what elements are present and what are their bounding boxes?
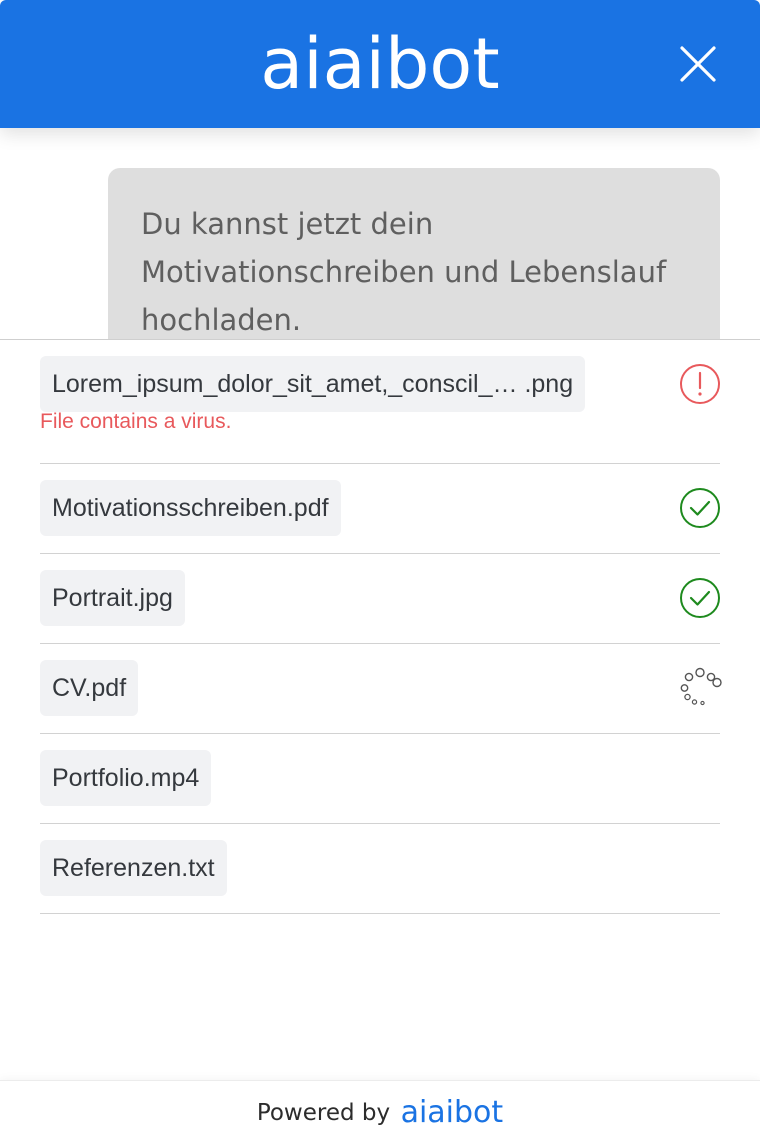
- file-row-error: Lorem_ipsum_dolor_sit_amet,_conscil_… .p…: [40, 340, 720, 464]
- file-name-chip: CV.pdf: [40, 660, 139, 716]
- widget-header: aiaibot: [0, 0, 760, 128]
- spinner-icon: [680, 667, 722, 706]
- file-row-success: Motivationsschreiben.pdf: [40, 464, 720, 554]
- powered-by-link[interactable]: Powered by aiaibot: [257, 1095, 503, 1131]
- file-name-chip: Portrait.jpg: [40, 570, 185, 626]
- file-error-message: File contains a virus.: [40, 410, 232, 433]
- file-name-chip: Portfolio.mp4: [40, 750, 212, 806]
- chat-widget: aiaibot Du kannst jetzt dein Motivations…: [0, 0, 760, 1144]
- file-row-queued: Portfolio.mp4: [40, 734, 720, 824]
- file-row-uploading: CV.pdf: [40, 644, 722, 734]
- bot-message-bubble: Du kannst jetzt dein Motivationschreiben…: [108, 168, 720, 340]
- file-row-success: Portrait.jpg: [40, 554, 720, 644]
- close-icon: [680, 46, 716, 82]
- close-button[interactable]: [672, 38, 724, 90]
- check-circle-icon: [680, 578, 720, 618]
- check-circle-icon: [680, 488, 720, 528]
- powered-by-footer: Powered by aiaibot: [0, 1080, 760, 1144]
- file-name-chip: Referenzen.txt: [40, 840, 227, 896]
- file-row-queued: Referenzen.txt: [40, 824, 720, 914]
- file-name-chip: Motivationsschreiben.pdf: [40, 480, 341, 536]
- chat-messages: Du kannst jetzt dein Motivationschreiben…: [0, 128, 760, 340]
- powered-by-label: Powered by: [256, 1100, 391, 1126]
- error-icon: [680, 364, 720, 404]
- file-upload-list: Lorem_ipsum_dolor_sit_amet,_conscil_… .p…: [0, 339, 760, 1081]
- header-logo: aiaibot: [260, 23, 500, 105]
- file-name-chip: Lorem_ipsum_dolor_sit_amet,_conscil_… .p…: [40, 356, 586, 412]
- footer-logo: aiaibot: [400, 1095, 504, 1130]
